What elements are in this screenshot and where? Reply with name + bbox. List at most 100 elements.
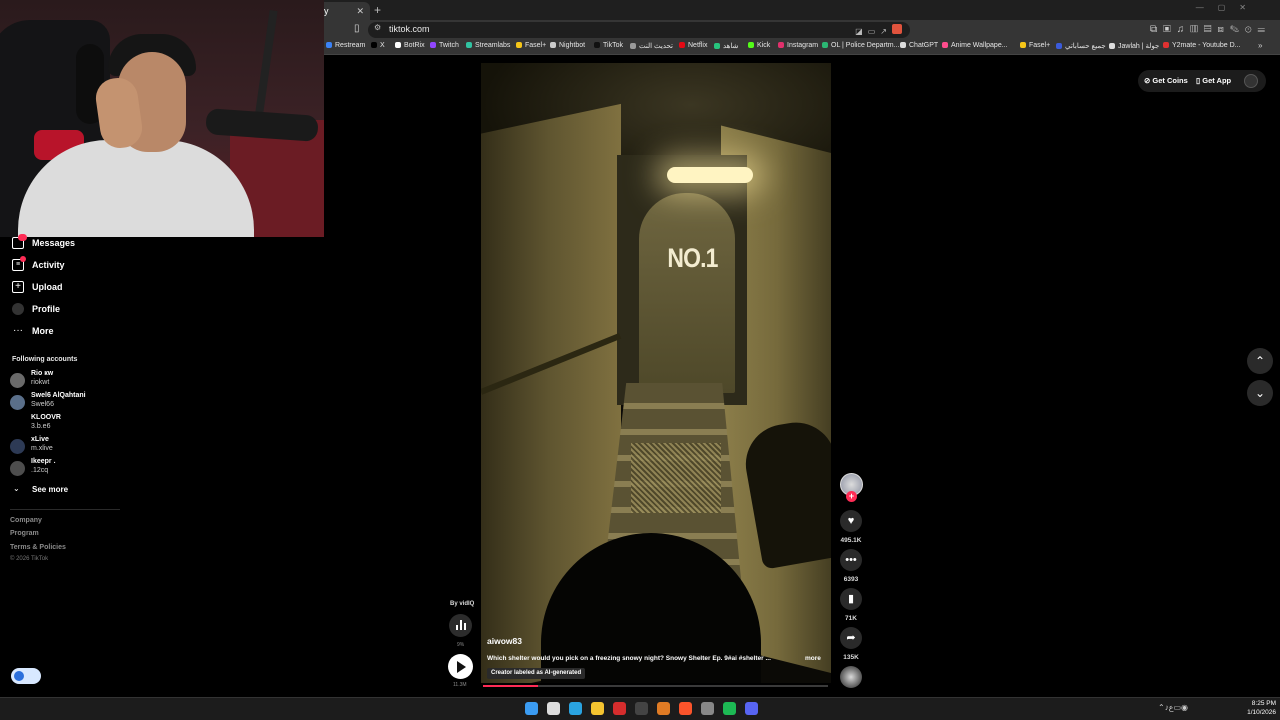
sound-disc[interactable] (840, 666, 862, 688)
share-button[interactable]: ➦ (840, 627, 862, 649)
next-video-button[interactable]: ⌄ (1247, 380, 1273, 406)
site-info-icon[interactable]: ⚙ (374, 23, 381, 32)
upload-icon: + (12, 281, 24, 293)
following-account[interactable]: Ikeepr . .12cq (10, 458, 130, 478)
bookmark-item[interactable]: Fasel+ (1020, 42, 1050, 49)
profile-icon (12, 303, 24, 315)
windows-start-icon[interactable] (525, 702, 538, 715)
vidiq-stats-button[interactable] (449, 614, 472, 637)
video-username[interactable]: aiwow83 (487, 636, 522, 646)
toggle-knob (14, 671, 24, 681)
bookmark-item[interactable]: Y2mate - Youtube D... (1163, 42, 1241, 49)
file-explorer-icon[interactable] (591, 702, 604, 715)
bookmark-item[interactable]: تحديث النت (630, 42, 673, 50)
bookmark-label: ChatGPT (909, 42, 939, 49)
brave-shield-icon[interactable] (892, 24, 902, 34)
bookmark-item[interactable]: Twitch (430, 42, 459, 49)
bookmark-favicon-icon (630, 43, 636, 49)
footer-link-terms[interactable]: Terms & Policies (10, 544, 66, 551)
bookmark-item[interactable]: Nightbot (550, 42, 585, 49)
clock-date[interactable]: 1/10/2026 (1240, 709, 1276, 716)
following-account[interactable]: xLive m.xlive (10, 436, 130, 456)
following-account[interactable]: KLOOVR 3.b.e6 (10, 414, 130, 434)
window-controls[interactable]: —▢✕ (1196, 3, 1260, 12)
system-tray-icons[interactable]: ⌃♪ع▭◉ (1158, 703, 1188, 712)
following-account[interactable]: Rio кw riokwt (10, 370, 130, 390)
bookmark-item[interactable]: ChatGPT (900, 42, 938, 49)
spotify-icon[interactable] (723, 702, 736, 715)
bookmark-item[interactable]: Restream (326, 42, 365, 49)
see-more-button[interactable]: ⌄ See more (12, 484, 112, 496)
bookmark-favicon-icon (942, 42, 948, 48)
bookmark-item[interactable]: TikTok (594, 42, 623, 49)
bookmark-item[interactable]: Fasel+ (516, 42, 546, 49)
previous-video-button[interactable]: ⌃ (1247, 348, 1273, 374)
url-text[interactable]: tiktok.com (389, 24, 430, 34)
messages-badge (18, 234, 27, 241)
bookmark-item[interactable]: Streamlabs (466, 42, 510, 49)
browser-toolbar-icons[interactable]: ⧉▣♫▥▤⧈✎⊙☰ (1150, 24, 1271, 35)
bookmark-favicon-icon (1056, 43, 1062, 49)
address-bar-icons[interactable]: ◪▭↗ (855, 24, 902, 36)
bookmarks-overflow-icon[interactable]: » (1258, 41, 1262, 50)
chevron-down-icon: ⌄ (13, 484, 20, 493)
play-button[interactable] (448, 654, 473, 679)
comment-count: 6393 (843, 576, 859, 583)
bookmark-icon[interactable]: ▯ (354, 23, 360, 34)
bookmark-item[interactable]: Instagram (778, 42, 818, 49)
sidebar-item-label: Messages (32, 238, 76, 248)
bookmark-label: BotRix (404, 42, 425, 49)
video-player[interactable]: NO.1 (481, 63, 831, 683)
bookmark-item[interactable]: جميع حساباتي (1056, 42, 1106, 50)
telegram-icon[interactable] (569, 702, 582, 715)
bookmark-label: Fasel+ (1029, 42, 1051, 49)
account-handle: m.xlive (31, 445, 53, 452)
bookmark-item[interactable]: شاهد (714, 42, 738, 50)
new-tab-icon[interactable]: + (374, 3, 381, 17)
address-bar[interactable]: ⚙ tiktok.com ◪▭↗ (368, 22, 910, 38)
brave-icon[interactable] (679, 702, 692, 715)
bookmark-item[interactable]: Jawlah | جولة (1109, 42, 1159, 50)
extension-toggle[interactable] (11, 668, 41, 684)
windows-taskbar: ⌃♪ع▭◉ 8:25 PM 1/10/2026 (0, 697, 1280, 720)
bookmark-favicon-icon (714, 43, 720, 49)
obs-icon[interactable] (701, 702, 714, 715)
clock-time[interactable]: 8:25 PM (1240, 700, 1276, 707)
save-button[interactable]: ▮ (840, 588, 862, 610)
tab-close-icon[interactable]: ✕ (356, 2, 364, 20)
footer-link-program[interactable]: Program (10, 530, 39, 537)
get-app-button[interactable]: ▯ Get App (1196, 76, 1231, 85)
account-name: xLive (31, 436, 49, 443)
bookmark-label: Jawlah | جولة (1118, 43, 1160, 50)
bookmark-label: Kick (757, 42, 771, 49)
caption-more-link[interactable]: more (805, 655, 821, 662)
bookmark-label: Streamlabs (475, 42, 511, 49)
comment-icon: ••• (845, 554, 857, 566)
bookmark-label: Fasel+ (525, 42, 547, 49)
app-red-icon[interactable] (613, 702, 626, 715)
bookmark-favicon-icon (371, 42, 377, 48)
bookmark-item[interactable]: Anime Wallpape... (942, 42, 1008, 49)
comment-button[interactable]: ••• (840, 549, 862, 571)
bookmark-item[interactable]: X (371, 42, 385, 49)
follow-plus-icon[interactable]: + (846, 491, 857, 502)
bookmark-favicon-icon (326, 42, 332, 48)
sidebar-item-label: Upload (32, 282, 63, 292)
app-orange-icon[interactable] (657, 702, 670, 715)
app-dark-icon[interactable] (635, 702, 648, 715)
account-handle: .12cq (31, 467, 49, 474)
bookmark-item[interactable]: BotRix (395, 42, 425, 49)
video-progress-bar[interactable] (483, 685, 828, 687)
tab-tiktok[interactable]: y ✕ (318, 2, 370, 20)
user-avatar[interactable] (1244, 74, 1258, 88)
discord-icon[interactable] (745, 702, 758, 715)
bookmark-item[interactable]: Kick (748, 42, 770, 49)
calendar-icon[interactable] (547, 702, 560, 715)
header-actions: ⊘ Get Coins ▯ Get App (1138, 70, 1266, 92)
bookmark-item[interactable]: Netflix (679, 42, 707, 49)
like-button[interactable]: ♥ (840, 510, 862, 532)
bookmark-item[interactable]: OL | Police Departm... (822, 42, 899, 49)
get-coins-button[interactable]: ⊘ Get Coins (1144, 76, 1188, 85)
footer-link-company[interactable]: Company (10, 517, 42, 524)
following-account[interactable]: Swel6 AlQahtani Swel66 (10, 392, 130, 412)
